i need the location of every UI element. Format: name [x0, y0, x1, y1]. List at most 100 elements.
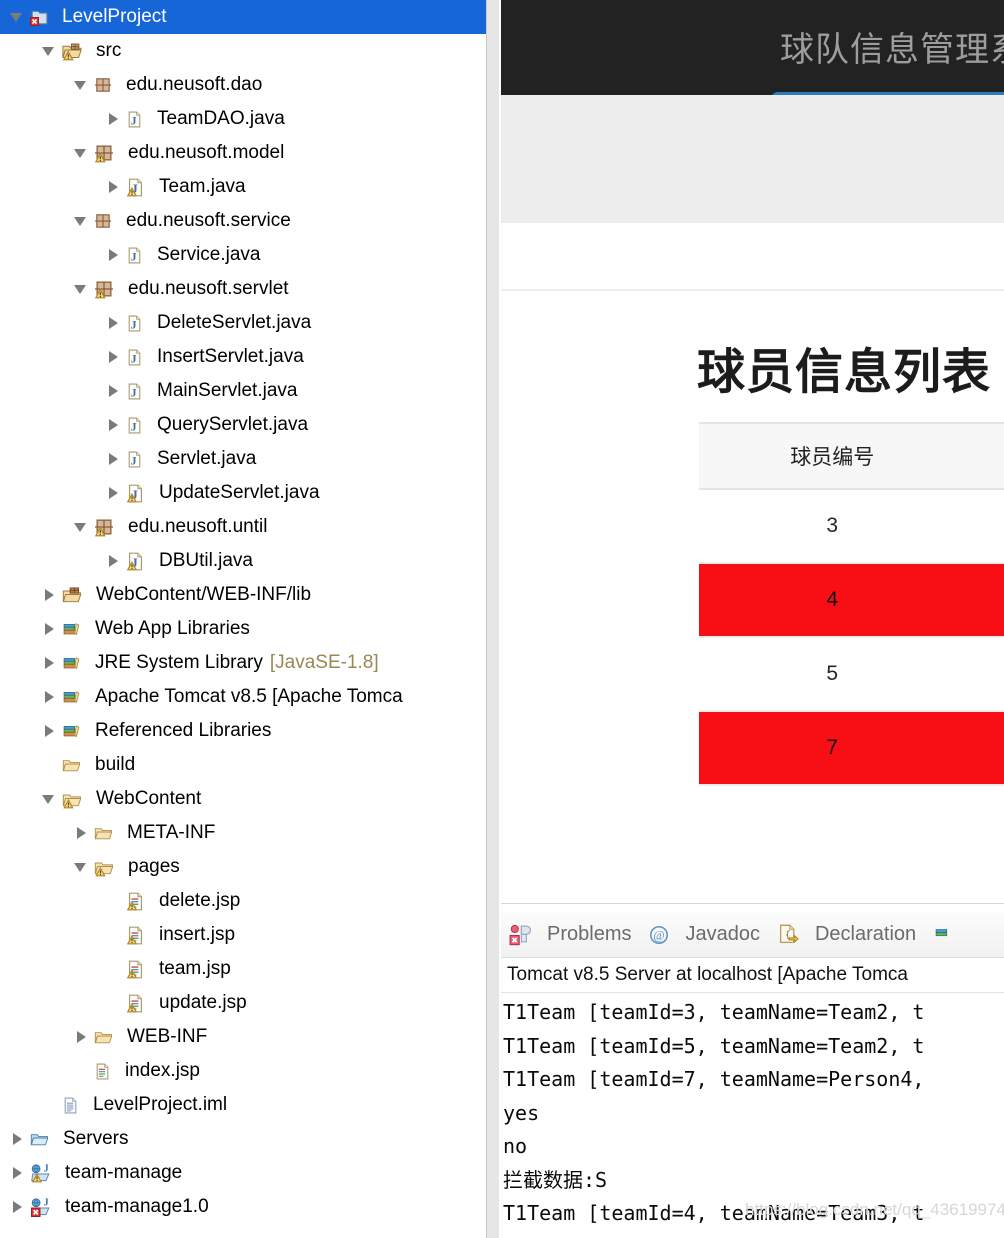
console-icon	[934, 926, 962, 944]
chevron-down-icon[interactable]	[74, 282, 88, 296]
chevron-right-icon[interactable]	[106, 486, 120, 500]
tree-row-src[interactable]: src	[0, 34, 486, 68]
chevron-right-icon[interactable]	[42, 724, 56, 738]
tree-row-insertservlet-java[interactable]: J InsertServlet.java	[0, 340, 486, 374]
tree-row-service-java[interactable]: J Service.java	[0, 238, 486, 272]
console-view[interactable]: Problems @ Javadoc {Declaration Tomcat v8.5…	[501, 903, 1004, 1238]
tree-row-levelproject[interactable]: LevelProject	[0, 0, 486, 34]
tree-row-edu-neusoft-model[interactable]: edu.neusoft.model	[0, 136, 486, 170]
package-explorer-tree[interactable]: LevelProject src edu.neusoft.dao J TeamDAO.j…	[0, 0, 486, 1238]
svg-text:J: J	[131, 114, 137, 127]
folder-warning-icon	[62, 790, 89, 809]
chevron-right-icon[interactable]	[106, 384, 120, 398]
tree-row-meta-inf[interactable]: META-INF	[0, 816, 486, 850]
chevron-down-icon[interactable]	[42, 44, 56, 58]
embedded-browser-view[interactable]: 球队信息管理系 球员信息列表 球员编号姓名 3Team24Team35Team2…	[501, 0, 1004, 903]
chevron-down-icon[interactable]	[74, 146, 88, 160]
chevron-right-icon[interactable]	[74, 826, 88, 840]
tree-row-levelproject-iml[interactable]: LevelProject.iml	[0, 1088, 486, 1122]
chevron-right-icon[interactable]	[106, 316, 120, 330]
tree-row-insert-jsp[interactable]: insert.jsp	[0, 918, 486, 952]
tree-row-edu-neusoft-servlet[interactable]: edu.neusoft.servlet	[0, 272, 486, 306]
tree-row-edu-neusoft-until[interactable]: edu.neusoft.until	[0, 510, 486, 544]
chevron-right-icon[interactable]	[106, 554, 120, 568]
chevron-down-icon[interactable]	[42, 792, 56, 806]
console-tab-bar[interactable]: Problems @ Javadoc {Declaration	[501, 912, 1004, 958]
tree-row-mainservlet-java[interactable]: J MainServlet.java	[0, 374, 486, 408]
console-tab-javadoc[interactable]: @ Javadoc	[649, 923, 760, 946]
pane-divider-scrollbar[interactable]	[486, 0, 500, 1238]
chevron-down-icon[interactable]	[74, 78, 88, 92]
svg-text:J: J	[131, 352, 137, 365]
package-icon	[94, 212, 119, 230]
chevron-right-icon[interactable]	[10, 1132, 24, 1146]
tree-row-jre-system-library[interactable]: JRE System Library [JavaSE-1.8]	[0, 646, 486, 680]
chevron-right-icon[interactable]	[10, 1166, 24, 1180]
tree-row-referenced-libraries[interactable]: Referenced Libraries	[0, 714, 486, 748]
library-icon	[62, 621, 88, 638]
problems-icon	[509, 924, 539, 946]
chevron-right-icon[interactable]	[42, 690, 56, 704]
tree-row-updateservlet-java[interactable]: J UpdateServlet.java	[0, 476, 486, 510]
chevron-right-icon[interactable]	[42, 622, 56, 636]
tree-row-web-app-libraries[interactable]: Web App Libraries	[0, 612, 486, 646]
chevron-right-icon[interactable]	[106, 180, 120, 194]
tree-row-web-inf[interactable]: WEB-INF	[0, 1020, 486, 1054]
chevron-right-icon[interactable]	[42, 656, 56, 670]
chevron-right-icon[interactable]	[106, 112, 120, 126]
subnav-band	[501, 95, 1004, 223]
tree-row-servers[interactable]: Servers	[0, 1122, 486, 1156]
table-row[interactable]: 4Team3	[699, 563, 1004, 638]
chevron-right-icon[interactable]	[106, 418, 120, 432]
chevron-right-icon[interactable]	[42, 588, 56, 602]
console-tab-problems[interactable]: Problems	[509, 923, 631, 946]
console-tab-console[interactable]	[934, 926, 962, 944]
jsp-file-warning-icon	[126, 892, 152, 911]
chevron-right-icon[interactable]	[106, 452, 120, 466]
chevron-down-icon[interactable]	[10, 10, 24, 24]
tree-row-deleteservlet-java[interactable]: J DeleteServlet.java	[0, 306, 486, 340]
cell-player-name: Person4	[965, 711, 1004, 786]
tree-row-build[interactable]: build	[0, 748, 486, 782]
tree-row-team-jsp[interactable]: team.jsp	[0, 952, 486, 986]
chevron-right-icon[interactable]	[10, 1200, 24, 1214]
java-file-icon: J	[126, 247, 150, 264]
tree-row-servlet-java[interactable]: J Servlet.java	[0, 442, 486, 476]
table-row[interactable]: 5Team2	[699, 637, 1004, 712]
tree-row-webcontent[interactable]: WebContent	[0, 782, 486, 816]
tree-row-dbutil-java[interactable]: J DBUtil.java	[0, 544, 486, 578]
chevron-down-icon[interactable]	[74, 214, 88, 228]
tree-item-label: insert.jsp	[159, 924, 236, 945]
folder-icon	[62, 756, 88, 774]
cell-player-name: Team2	[965, 637, 1004, 712]
tree-row-team-manage[interactable]: Jteam-manage	[0, 1156, 486, 1190]
tree-row-apache-tomcat-v8-5-apache-tomca[interactable]: Apache Tomcat v8.5 [Apache Tomca	[0, 680, 486, 714]
tree-row-webcontent-web-inf-lib[interactable]: WebContent/WEB-INF/lib	[0, 578, 486, 612]
tree-item-label: DeleteServlet.java	[157, 312, 312, 333]
cell-player-id: 7	[699, 711, 966, 786]
table-row[interactable]: 7Person4	[699, 711, 1004, 786]
chevron-right-icon[interactable]	[74, 1030, 88, 1044]
table-row[interactable]: 3Team2	[699, 489, 1004, 564]
tree-row-edu-neusoft-service[interactable]: edu.neusoft.service	[0, 204, 486, 238]
tree-row-queryservlet-java[interactable]: J QueryServlet.java	[0, 408, 486, 442]
chevron-down-icon[interactable]	[74, 860, 88, 874]
tree-row-pages[interactable]: pages	[0, 850, 486, 884]
cell-player-id: 5	[699, 637, 966, 712]
tree-row-edu-neusoft-dao[interactable]: edu.neusoft.dao	[0, 68, 486, 102]
tree-row-delete-jsp[interactable]: delete.jsp	[0, 884, 486, 918]
tree-row-team-java[interactable]: J Team.java	[0, 170, 486, 204]
chevron-down-icon[interactable]	[74, 520, 88, 534]
chevron-right-icon[interactable]	[106, 350, 120, 364]
tree-row-teamdao-java[interactable]: J TeamDAO.java	[0, 102, 486, 136]
table-body: 3Team24Team35Team27Person4	[699, 489, 1004, 786]
tree-row-update-jsp[interactable]: update.jsp	[0, 986, 486, 1020]
chevron-right-icon[interactable]	[106, 248, 120, 262]
cell-player-id: 3	[699, 489, 966, 564]
tree-row-team-manage1-0[interactable]: Jteam-manage1.0	[0, 1190, 486, 1224]
player-info-table: 球员编号姓名 3Team24Team35Team27Person4	[699, 422, 1004, 786]
java-file-icon: J	[126, 451, 150, 468]
tree-row-index-jsp[interactable]: index.jsp	[0, 1054, 486, 1088]
console-tab-declaration[interactable]: {Declaration	[778, 923, 916, 946]
